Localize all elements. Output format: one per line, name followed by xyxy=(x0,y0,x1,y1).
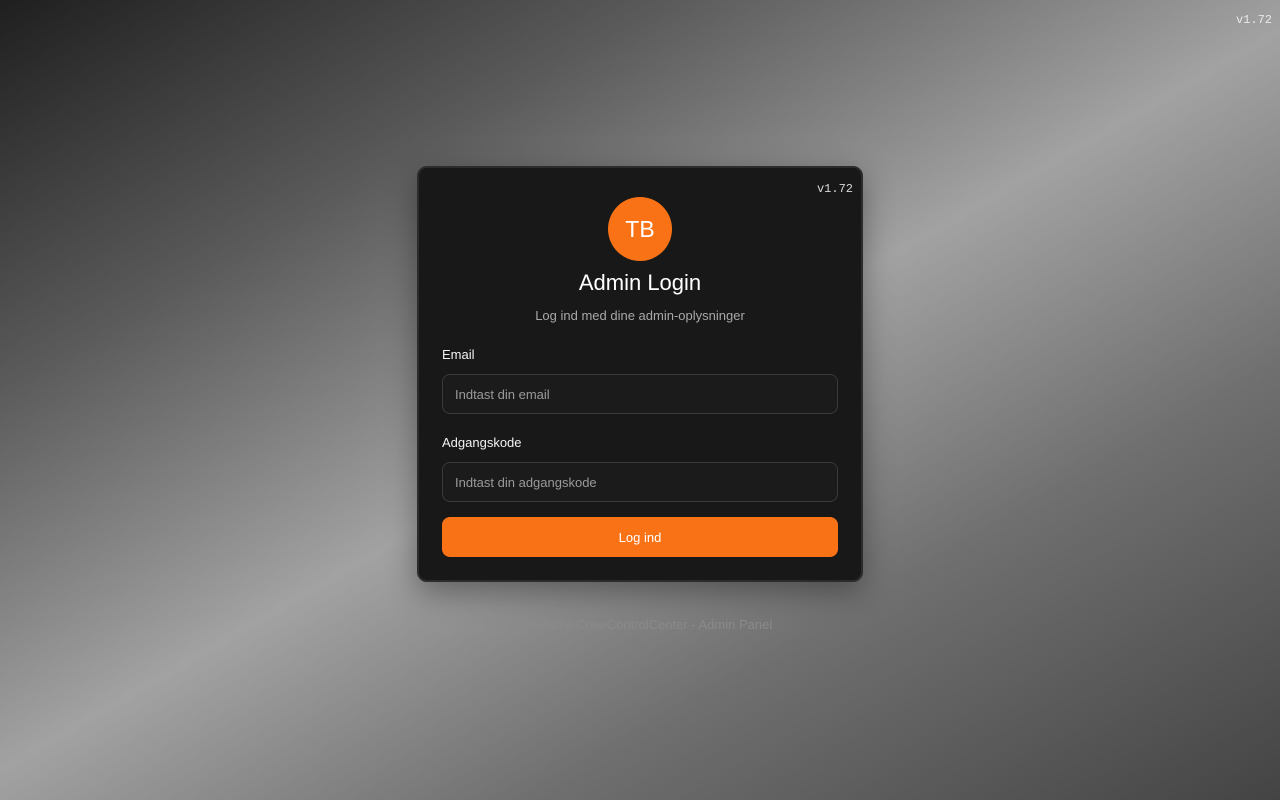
footer-text: TeamBattle CrewControlCenter - Admin Pan… xyxy=(507,617,773,632)
login-card: v1.72 TB Admin Login Log ind med dine ad… xyxy=(417,166,863,582)
card-version: v1.72 xyxy=(816,182,853,196)
login-button[interactable]: Log ind xyxy=(442,517,838,557)
logo-avatar: TB xyxy=(608,197,672,261)
password-label: Adgangskode xyxy=(442,435,522,450)
email-label: Email xyxy=(442,347,475,362)
page-title: Admin Login xyxy=(578,270,702,295)
app-version: v1.72 xyxy=(1235,13,1272,27)
email-field[interactable] xyxy=(442,374,838,414)
page-subtitle: Log ind med dine admin-oplysninger xyxy=(535,308,745,323)
password-field[interactable] xyxy=(442,462,838,502)
